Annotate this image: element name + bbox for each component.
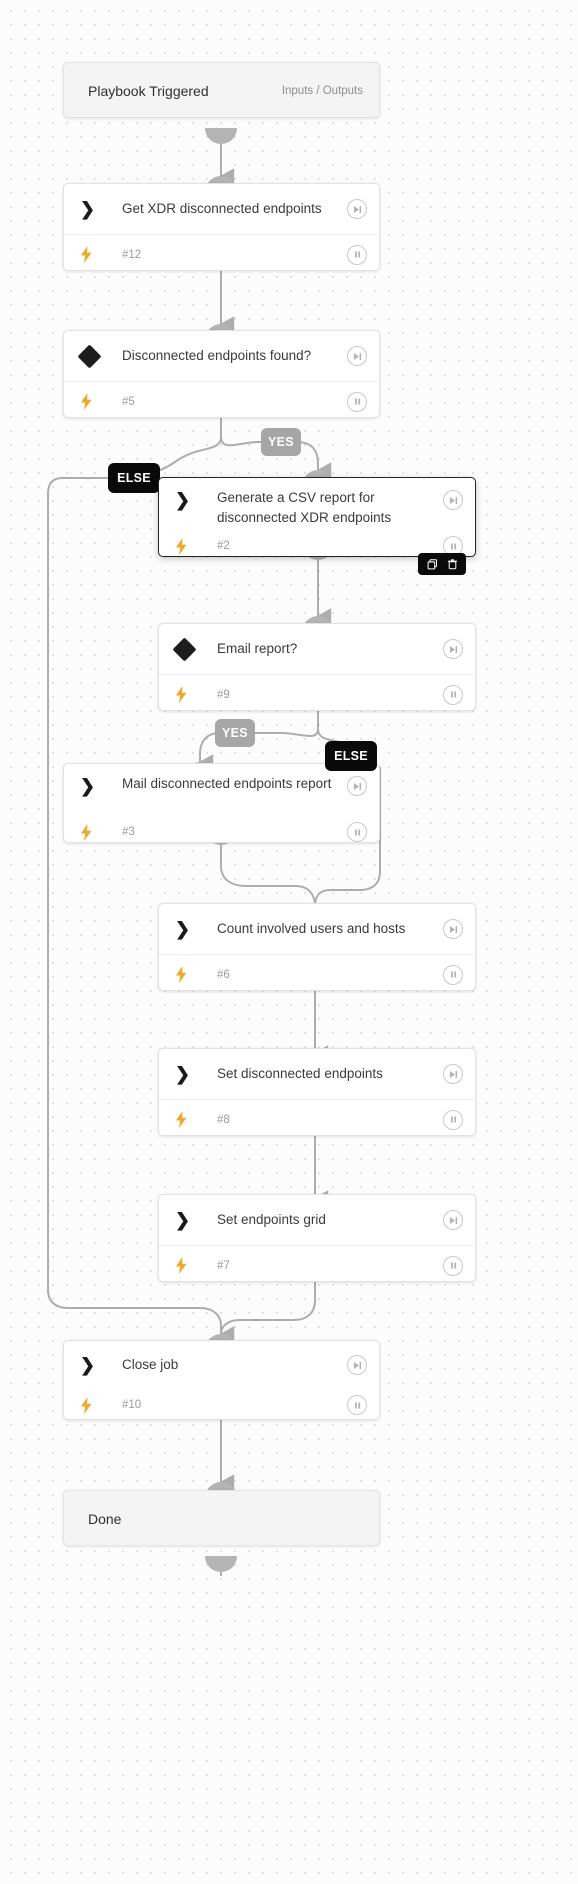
node-footer: #9	[159, 674, 475, 714]
node-title: Mail disconnected endpoints report	[122, 776, 332, 791]
node-generate-csv-report[interactable]: ❯ Generate a CSV report for disconnected…	[158, 477, 476, 557]
skip-next-icon[interactable]	[347, 199, 367, 219]
pause-icon[interactable]	[347, 1395, 367, 1415]
node-close-job[interactable]: ❯ Close job #10	[63, 1340, 380, 1420]
skip-next-icon[interactable]	[347, 776, 367, 796]
branch-badge-yes-1[interactable]: YES	[261, 428, 301, 456]
lightning-bolt-icon	[175, 537, 201, 555]
copy-icon[interactable]	[426, 557, 438, 571]
lightning-bolt-icon	[80, 393, 106, 410]
skip-next-icon[interactable]	[347, 1355, 367, 1375]
branch-badge-else-2[interactable]: ELSE	[325, 741, 377, 771]
chevron-right-icon: ❯	[175, 490, 191, 510]
lightning-bolt-icon	[80, 1396, 106, 1414]
node-header: Playbook Triggered Inputs / Outputs	[64, 63, 379, 119]
playbook-canvas[interactable]: Playbook Triggered Inputs / Outputs ❯ Ge…	[0, 0, 578, 1884]
node-header: ❯ Close job	[64, 1341, 379, 1389]
node-set-endpoints-grid[interactable]: ❯ Set endpoints grid #7	[158, 1194, 476, 1282]
node-title: Set disconnected endpoints	[217, 1066, 383, 1082]
node-disconnected-endpoints-found[interactable]: Disconnected endpoints found? #5	[63, 330, 380, 418]
lightning-bolt-icon	[80, 246, 106, 263]
node-footer: #3	[64, 820, 379, 844]
lightning-bolt-icon	[175, 686, 201, 703]
skip-next-icon[interactable]	[443, 490, 463, 510]
node-id-label: #5	[122, 395, 135, 408]
trash-icon[interactable]	[446, 557, 458, 571]
node-header: ❯ Generate a CSV report for disconnected…	[159, 478, 475, 534]
node-id-label: #10	[122, 1399, 142, 1411]
node-id-label: #8	[217, 1113, 230, 1126]
pause-icon[interactable]	[443, 964, 463, 985]
node-title: Disconnected endpoints found?	[122, 348, 312, 364]
node-mail-disconnected-endpoints-report[interactable]: ❯ Mail disconnected endpoints report #3	[63, 763, 380, 843]
node-header: ❯ Mail disconnected endpoints report	[64, 764, 379, 820]
node-id-label: #2	[217, 540, 230, 552]
pause-icon[interactable]	[443, 1255, 463, 1276]
node-header: Done	[64, 1491, 379, 1547]
node-title: Set endpoints grid	[217, 1212, 326, 1228]
skip-next-icon[interactable]	[443, 639, 463, 659]
node-header: ❯ Set disconnected endpoints	[159, 1049, 475, 1099]
skip-next-icon[interactable]	[443, 919, 463, 939]
node-id-label: #9	[217, 688, 230, 701]
chevron-right-icon: ❯	[175, 919, 191, 939]
node-header: Email report?	[159, 624, 475, 674]
skip-next-icon[interactable]	[443, 1210, 463, 1230]
node-id-label: #3	[122, 826, 135, 838]
node-playbook-triggered[interactable]: Playbook Triggered Inputs / Outputs	[63, 62, 380, 118]
chevron-right-icon: ❯	[175, 1064, 191, 1084]
branch-badge-else-1[interactable]: ELSE	[108, 463, 160, 493]
lightning-bolt-icon	[80, 823, 106, 841]
lightning-bolt-icon	[175, 966, 201, 983]
node-footer: #12	[64, 234, 379, 274]
node-id-label: #7	[217, 1259, 230, 1272]
skip-next-icon[interactable]	[347, 346, 367, 366]
chevron-right-icon: ❯	[80, 199, 96, 219]
pause-icon[interactable]	[347, 822, 367, 842]
node-title: Done	[88, 1510, 122, 1527]
skip-next-icon[interactable]	[443, 1064, 463, 1084]
node-get-xdr-disconnected-endpoints[interactable]: ❯ Get XDR disconnected endpoints #12	[63, 183, 380, 271]
node-footer: #5	[64, 381, 379, 421]
node-title: Get XDR disconnected endpoints	[122, 201, 322, 217]
node-selection-toolbar[interactable]	[418, 553, 466, 575]
lightning-bolt-icon	[175, 1111, 201, 1128]
node-title: Generate a CSV report for disconnected X…	[217, 490, 392, 525]
inputs-outputs-link[interactable]: Inputs / Outputs	[282, 85, 367, 97]
node-title: Playbook Triggered	[88, 82, 209, 99]
node-header: ❯ Count involved users and hosts	[159, 904, 475, 954]
chevron-right-icon: ❯	[80, 1355, 96, 1375]
node-header: Disconnected endpoints found?	[64, 331, 379, 381]
branch-badge-yes-2[interactable]: YES	[215, 719, 255, 747]
node-footer: #7	[159, 1245, 475, 1285]
node-title: Email report?	[217, 641, 298, 657]
node-header: ❯ Set endpoints grid	[159, 1195, 475, 1245]
node-title: Count involved users and hosts	[217, 921, 406, 937]
node-done[interactable]: Done	[63, 1490, 380, 1546]
node-id-label: #12	[122, 248, 142, 261]
lightning-bolt-icon	[175, 1257, 201, 1274]
node-set-disconnected-endpoints[interactable]: ❯ Set disconnected endpoints #8	[158, 1048, 476, 1136]
pause-icon[interactable]	[347, 244, 367, 265]
chevron-right-icon: ❯	[80, 776, 96, 796]
pause-icon[interactable]	[347, 391, 367, 412]
node-id-label: #6	[217, 968, 230, 981]
node-count-involved-users-and-hosts[interactable]: ❯ Count involved users and hosts #6	[158, 903, 476, 991]
diamond-icon	[172, 636, 201, 662]
chevron-right-icon: ❯	[175, 1210, 191, 1230]
node-footer: #6	[159, 954, 475, 994]
node-email-report[interactable]: Email report? #9	[158, 623, 476, 711]
pause-icon[interactable]	[443, 1109, 463, 1130]
node-title: Close job	[122, 1357, 179, 1373]
node-footer: #10	[64, 1389, 379, 1421]
node-header: ❯ Get XDR disconnected endpoints	[64, 184, 379, 234]
node-footer: #8	[159, 1099, 475, 1139]
pause-icon[interactable]	[443, 684, 463, 705]
diamond-icon	[77, 343, 106, 369]
